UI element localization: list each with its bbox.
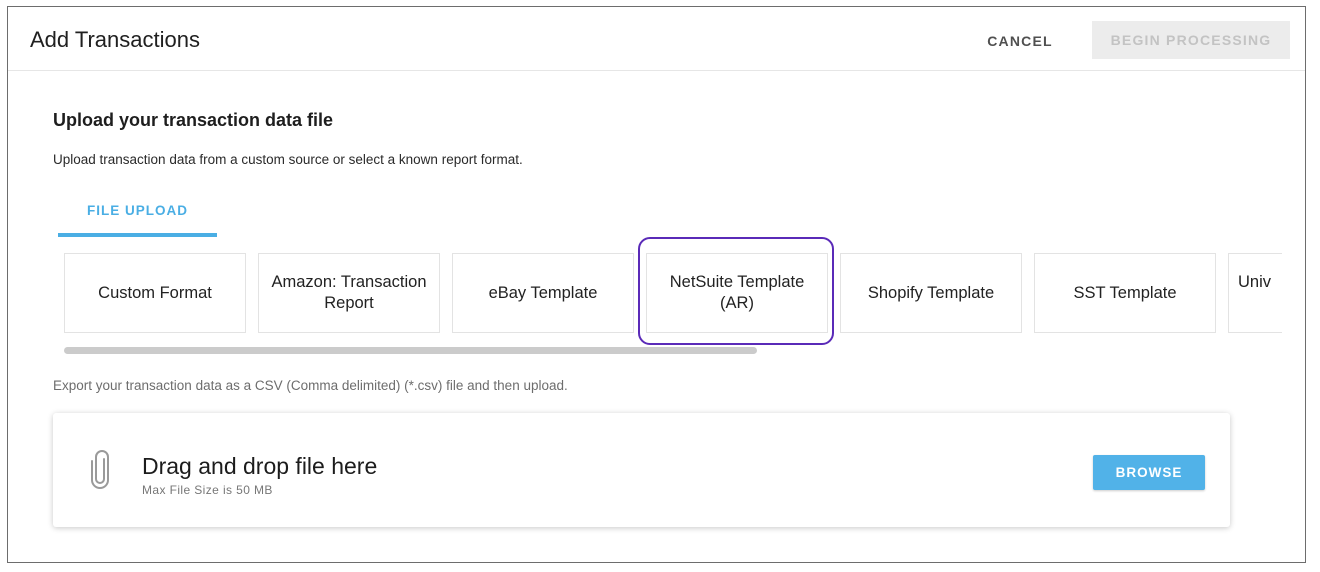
format-card-univ[interactable]: Univ bbox=[1228, 253, 1282, 333]
tab-active-indicator bbox=[58, 233, 217, 237]
format-card-label: SST Template bbox=[1073, 283, 1177, 302]
upload-section-subtitle: Upload transaction data from a custom so… bbox=[53, 152, 523, 167]
format-card-label: Shopify Template bbox=[867, 283, 995, 302]
format-card-label: Univ bbox=[1238, 273, 1272, 291]
format-card-label: Custom Format bbox=[98, 283, 212, 302]
format-card-label: eBay Template bbox=[488, 283, 598, 302]
browse-button[interactable]: BROWSE bbox=[1093, 455, 1205, 490]
file-dropzone[interactable]: Drag and drop file here Max File Size is… bbox=[53, 413, 1230, 527]
tab-file-upload[interactable]: FILE UPLOAD bbox=[58, 201, 217, 237]
paperclip-icon bbox=[91, 450, 109, 489]
format-card-label: NetSuite Template (AR) bbox=[669, 273, 805, 312]
format-scrollbar[interactable] bbox=[64, 347, 1282, 355]
format-card-sst[interactable]: SST Template bbox=[1034, 253, 1216, 333]
begin-processing-button[interactable]: BEGIN PROCESSING bbox=[1092, 21, 1290, 59]
export-instruction-text: Export your transaction data as a CSV (C… bbox=[53, 378, 568, 393]
max-file-size-text: Max File Size is 50 MB bbox=[142, 483, 273, 497]
scrollbar-thumb[interactable] bbox=[64, 347, 757, 354]
format-card-shopify[interactable]: Shopify Template bbox=[840, 253, 1022, 333]
format-card-ebay[interactable]: eBay Template bbox=[452, 253, 634, 333]
format-card-netsuite[interactable]: NetSuite Template (AR) bbox=[646, 253, 828, 333]
format-card-label: Amazon: Transaction Report bbox=[271, 273, 427, 312]
format-card-list: Custom Format Amazon: Transaction Report… bbox=[64, 253, 1282, 339]
format-card-amazon[interactable]: Amazon: Transaction Report bbox=[258, 253, 440, 333]
cancel-button[interactable]: CANCEL bbox=[976, 21, 1064, 61]
panel-header: Add Transactions CANCEL BEGIN PROCESSING bbox=[8, 7, 1305, 71]
upload-section-title: Upload your transaction data file bbox=[53, 110, 334, 130]
dropzone-title: Drag and drop file here bbox=[142, 453, 378, 479]
format-card-custom[interactable]: Custom Format bbox=[64, 253, 246, 333]
page-title: Add Transactions bbox=[30, 27, 200, 52]
add-transactions-panel: Add Transactions CANCEL BEGIN PROCESSING… bbox=[7, 6, 1306, 563]
